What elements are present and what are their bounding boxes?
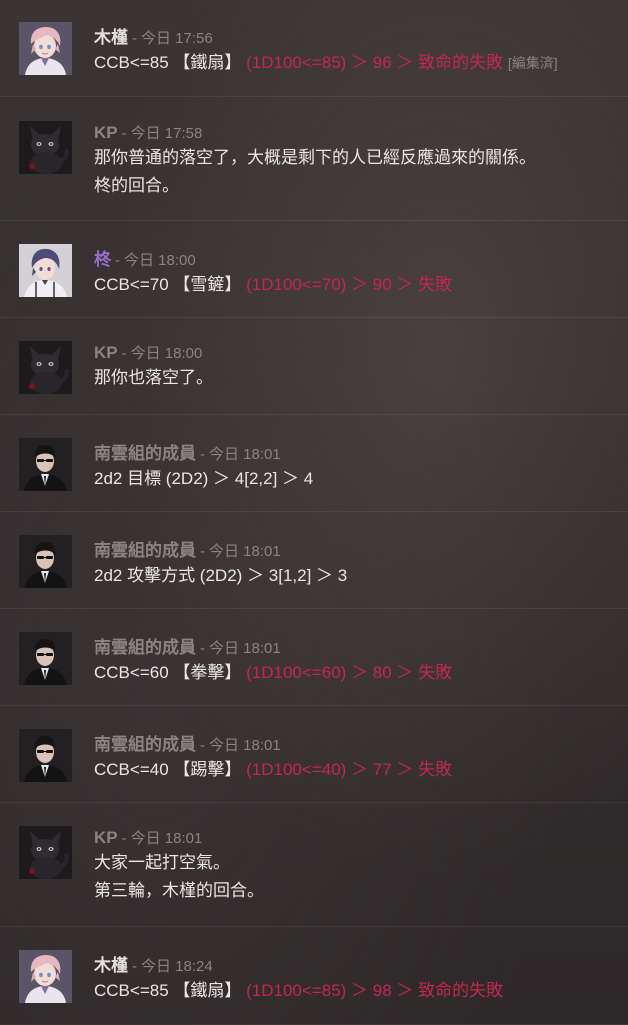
dice-result: (1D100<=60) ＞ 80 ＞ 失敗: [246, 663, 453, 682]
author-name[interactable]: 南雲組的成員: [94, 536, 196, 561]
header-separator: -: [115, 252, 120, 269]
message-timestamp: 今日 18:01: [209, 737, 281, 754]
author-name[interactable]: 木槿: [94, 951, 128, 976]
chat-log: 木槿 - 今日 17:56 CCB<=85 【鐵扇】 (1D100<=85) ＞…: [0, 0, 628, 1025]
message-timestamp: 今日 18:24: [141, 958, 213, 975]
message-timestamp: 今日 18:00: [130, 345, 203, 362]
message-line: 第三輪，木槿的回合。: [94, 881, 264, 900]
message-line: 那你普通的落空了，大概是剩下的人已經反應過來的關係。: [94, 148, 536, 167]
message-line: 柊的回合。: [94, 176, 179, 195]
message-line: CCB<=40 【踢擊】 (1D100<=40) ＞ 77 ＞ 失敗: [94, 756, 608, 784]
author-name[interactable]: KP: [94, 123, 118, 143]
author-name[interactable]: KP: [94, 828, 118, 848]
dice-result: (1D100<=40) ＞ 77 ＞ 失敗: [246, 760, 453, 779]
author-name[interactable]: KP: [94, 343, 118, 363]
dice-result: (1D100<=85) ＞ 96 ＞ 致命的失敗: [246, 53, 504, 72]
dice-command: CCB<=85 【鐵扇】: [94, 53, 242, 72]
message-timestamp: 今日 18:00: [124, 252, 196, 269]
black-cat-avatar-icon[interactable]: [19, 826, 72, 879]
header-separator: -: [200, 737, 205, 754]
chat-message: KP - 今日 18:01 大家一起打空氣。 第三輪，木槿的回合。: [0, 803, 628, 927]
dice-command: CCB<=70 【雪鏟】: [94, 275, 242, 294]
header-separator: -: [200, 446, 205, 463]
dice-command: CCB<=85 【鐵扇】: [94, 981, 242, 1000]
suit-man-avatar-icon[interactable]: [19, 729, 72, 782]
edited-marker: [編集済]: [507, 55, 558, 71]
suit-man-avatar-icon[interactable]: [19, 438, 72, 491]
black-cat-avatar-icon[interactable]: [19, 341, 72, 394]
mujin-avatar-icon[interactable]: [19, 950, 72, 1003]
chat-message: 木槿 - 今日 18:24 CCB<=85 【鐵扇】 (1D100<=85) ＞…: [0, 927, 628, 1025]
message-header: KP - 今日 18:00: [94, 342, 608, 363]
message-header: KP - 今日 17:58: [94, 122, 608, 143]
message-line: 2d2 攻擊方式 (2D2) ＞ 3[1,2] ＞ 3: [94, 566, 348, 585]
message-line: 大家一起打空氣。: [94, 853, 230, 872]
message-line: CCB<=70 【雪鏟】 (1D100<=70) ＞ 90 ＞ 失敗: [94, 271, 608, 299]
chat-message: 南雲組的成員 - 今日 18:01 2d2 目標 (2D2) ＞ 4[2,2] …: [0, 415, 628, 512]
author-name[interactable]: 柊: [94, 245, 111, 270]
message-line: 2d2 目標 (2D2) ＞ 4[2,2] ＞ 4: [94, 469, 314, 488]
header-separator: -: [121, 830, 127, 847]
author-name[interactable]: 南雲組的成員: [94, 439, 196, 464]
chat-message: 南雲組的成員 - 今日 18:01 CCB<=40 【踢擊】 (1D100<=4…: [0, 706, 628, 803]
dice-result: (1D100<=70) ＞ 90 ＞ 失敗: [246, 275, 453, 294]
message-header: KP - 今日 18:01: [94, 827, 608, 848]
author-name[interactable]: 南雲組的成員: [94, 633, 196, 658]
black-cat-avatar-icon[interactable]: [19, 121, 72, 174]
message-header: 南雲組的成員 - 今日 18:01: [94, 536, 608, 561]
chat-message: KP - 今日 17:58 那你普通的落空了，大概是剩下的人已經反應過來的關係。…: [0, 97, 628, 221]
header-separator: -: [200, 640, 205, 657]
header-separator: -: [200, 543, 205, 560]
author-name[interactable]: 南雲組的成員: [94, 730, 196, 755]
chat-message: KP - 今日 18:00 那你也落空了。: [0, 318, 628, 415]
header-separator: -: [132, 958, 137, 975]
message-line: CCB<=60 【拳擊】 (1D100<=60) ＞ 80 ＞ 失敗: [94, 659, 608, 687]
chat-message: 木槿 - 今日 17:56 CCB<=85 【鐵扇】 (1D100<=85) ＞…: [0, 0, 628, 97]
message-header: 南雲組的成員 - 今日 18:01: [94, 439, 608, 464]
hiiragi-avatar-icon[interactable]: [19, 244, 72, 297]
message-header: 木槿 - 今日 18:24: [94, 951, 608, 976]
chat-message: 南雲組的成員 - 今日 18:01 CCB<=60 【拳擊】 (1D100<=6…: [0, 609, 628, 706]
header-separator: -: [132, 30, 137, 47]
header-separator: -: [121, 125, 127, 142]
author-name[interactable]: 木槿: [94, 23, 128, 48]
message-line: CCB<=85 【鐵扇】 (1D100<=85) ＞ 98 ＞ 致命的失敗: [94, 977, 608, 1005]
message-header: 南雲組的成員 - 今日 18:01: [94, 633, 608, 658]
message-header: 木槿 - 今日 17:56: [94, 23, 608, 48]
chat-message: 南雲組的成員 - 今日 18:01 2d2 攻擊方式 (2D2) ＞ 3[1,2…: [0, 512, 628, 609]
message-line: CCB<=85 【鐵扇】 (1D100<=85) ＞ 96 ＞ 致命的失敗 [編…: [94, 49, 608, 77]
message-header: 柊 - 今日 18:00: [94, 245, 608, 270]
mujin-avatar-icon[interactable]: [19, 22, 72, 75]
header-separator: -: [121, 345, 127, 362]
dice-result: (1D100<=85) ＞ 98 ＞ 致命的失敗: [246, 981, 504, 1000]
message-timestamp: 今日 18:01: [209, 640, 281, 657]
message-timestamp: 今日 18:01: [209, 543, 281, 560]
suit-man-avatar-icon[interactable]: [19, 632, 72, 685]
message-timestamp: 今日 17:58: [130, 125, 203, 142]
chat-message: 柊 - 今日 18:00 CCB<=70 【雪鏟】 (1D100<=70) ＞ …: [0, 221, 628, 318]
message-timestamp: 今日 18:01: [209, 446, 281, 463]
message-header: 南雲組的成員 - 今日 18:01: [94, 730, 608, 755]
message-timestamp: 今日 17:56: [141, 30, 213, 47]
suit-man-avatar-icon[interactable]: [19, 535, 72, 588]
message-line: 那你也落空了。: [94, 368, 213, 387]
message-timestamp: 今日 18:01: [130, 830, 203, 847]
dice-command: CCB<=40 【踢擊】: [94, 760, 242, 779]
dice-command: CCB<=60 【拳擊】: [94, 663, 242, 682]
